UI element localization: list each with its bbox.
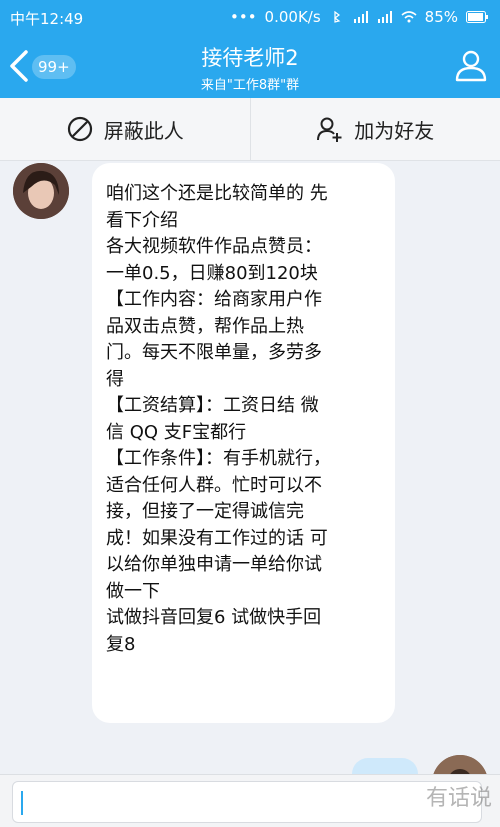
action-bar: 屏蔽此人 加为好友 <box>0 98 500 161</box>
battery-percent: 85% <box>425 8 458 26</box>
message-line: 以给你单独申请一单给你试 <box>106 552 395 579</box>
add-friend-button[interactable]: 加为好友 <box>250 98 500 160</box>
battery-icon <box>466 11 488 23</box>
dots-icon: ••• <box>230 8 257 26</box>
message-line: 咱们这个还是比较简单的 先 <box>106 181 395 208</box>
message-line: 信 QQ 支F宝都行 <box>106 420 395 447</box>
signal-icon-2 <box>377 11 393 23</box>
watermark: 有话说 <box>426 780 492 812</box>
message-line: 品双击点赞，帮作品上热 <box>106 314 395 341</box>
network-speed: 0.00K/s <box>265 8 321 26</box>
message-line: 【工作条件】：有手机就行， <box>106 446 395 473</box>
bluetooth-icon <box>329 11 345 23</box>
block-user-label: 屏蔽此人 <box>104 115 184 144</box>
message-line: 一单0.5，日赚80到120块 <box>106 261 395 288</box>
message-line: 做一下 <box>106 579 395 606</box>
message-line: 【工作内容：给商家用户作 <box>106 287 395 314</box>
message-line: 【工资结算】：工资日结 微 <box>106 393 395 420</box>
signal-icon <box>353 11 369 23</box>
status-time: 中午12:49 <box>10 8 83 29</box>
add-friend-icon <box>316 115 344 143</box>
message-line: 门。每天不限单量，多劳多 <box>106 340 395 367</box>
sender-photo <box>13 163 69 219</box>
message-input[interactable] <box>12 781 482 823</box>
text-cursor <box>21 791 23 815</box>
chat-title: 接待老师2 <box>0 42 500 72</box>
message-line: 各大视频软件作品点赞员： <box>106 234 395 261</box>
wifi-icon <box>401 11 417 23</box>
add-friend-label: 加为好友 <box>354 115 434 144</box>
status-icons: ••• 0.00K/s 85% <box>230 8 488 26</box>
message-line: 试做抖音回复6 试做快手回 <box>106 605 395 632</box>
message-line: 适合任何人群。忙时可以不 <box>106 473 395 500</box>
profile-icon[interactable] <box>454 48 488 82</box>
message-line: 复8 <box>106 632 395 659</box>
sender-avatar[interactable] <box>13 163 69 219</box>
message-line: 看下介绍 <box>106 208 395 235</box>
block-user-button[interactable]: 屏蔽此人 <box>0 98 250 160</box>
incoming-message-bubble[interactable]: 咱们这个还是比较简单的 先 看下介绍 各大视频软件作品点赞员： 一单0.5，日赚… <box>92 163 395 723</box>
block-icon <box>66 115 94 143</box>
message-line: 成！如果没有工作过的话 可 <box>106 526 395 553</box>
chat-header: 99+ 接待老师2 来自"工作8群"群 <box>0 34 500 98</box>
status-bar: 中午12:49 ••• 0.00K/s 85% <box>0 0 500 34</box>
chat-subtitle: 来自"工作8群"群 <box>0 74 500 93</box>
message-line: 得 <box>106 367 395 394</box>
message-line: 接，但接了一定得诚信完 <box>106 499 395 526</box>
